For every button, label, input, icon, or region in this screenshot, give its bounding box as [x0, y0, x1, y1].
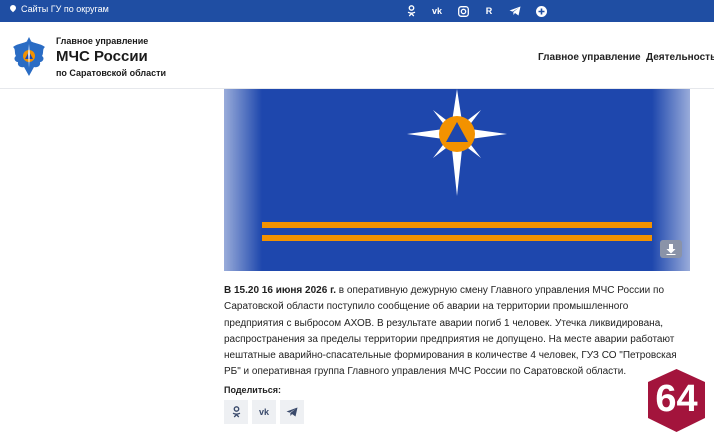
share-vk-button[interactable]: vk [252, 400, 276, 424]
region-64-badge[interactable]: 64 [646, 368, 707, 433]
brand-title[interactable]: Главное управление МЧС России по Саратов… [56, 36, 166, 78]
orange-stripe-top [262, 222, 652, 228]
nav-main-department[interactable]: Главное управление [538, 52, 641, 63]
brand-line-3: по Саратовской области [56, 68, 167, 78]
telegram-icon[interactable] [508, 4, 522, 18]
orange-stripe-bottom [262, 235, 652, 241]
regional-sites-link[interactable]: Сайты ГУ по округам [10, 4, 109, 14]
region-badge-text: 64 [655, 378, 698, 420]
top-bar: Сайты ГУ по округам vk R [0, 0, 714, 22]
brand-line-1: Главное управление [56, 36, 149, 46]
social-links: vk R [404, 4, 548, 18]
plus-icon[interactable] [534, 4, 548, 18]
share-telegram-button[interactable] [280, 400, 304, 424]
article-body: в оперативную дежурную смену Главного уп… [224, 285, 677, 378]
share-label: Поделиться: [224, 385, 282, 395]
vk-icon[interactable]: vk [430, 4, 444, 18]
brand-line-2: МЧС России [56, 48, 148, 65]
nav-activity[interactable]: Деятельность [646, 52, 714, 63]
article-text: В 15.20 16 июня 2026 г. в оперативную де… [224, 283, 690, 381]
share-ok-button[interactable] [224, 400, 248, 424]
emercom-emblem-icon[interactable] [10, 34, 48, 80]
location-pin-icon [10, 5, 16, 13]
regional-sites-label: Сайты ГУ по округам [21, 4, 109, 14]
ok-icon [232, 406, 240, 418]
image-fade-left [224, 89, 262, 271]
article-image [224, 89, 690, 271]
vk-icon: vk [258, 407, 269, 417]
article-lead: В 15.20 16 июня 2026 г. [224, 285, 337, 296]
ok-icon[interactable] [404, 4, 418, 18]
emercom-star-logo [407, 89, 507, 196]
share-buttons: vk [224, 400, 304, 424]
telegram-icon [286, 407, 298, 417]
rutube-icon[interactable]: R [482, 4, 496, 18]
download-button[interactable] [660, 240, 682, 258]
download-icon [666, 243, 676, 255]
site-header: Главное управление МЧС России по Саратов… [0, 22, 714, 89]
instagram-icon[interactable] [456, 4, 470, 18]
